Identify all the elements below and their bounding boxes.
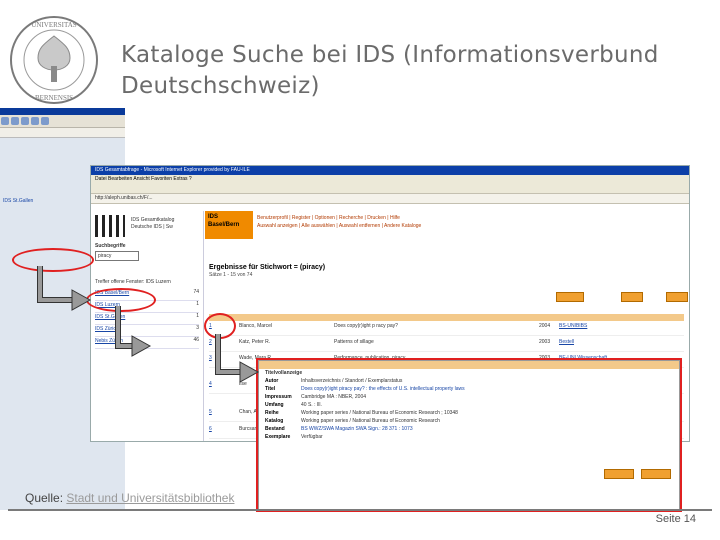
footer-divider [8, 509, 712, 511]
next-button[interactable] [666, 292, 688, 302]
go-button[interactable] [621, 292, 643, 302]
arrow-icon [115, 306, 152, 357]
search-input[interactable]: piracy [95, 251, 139, 261]
results-count: Sätze 1 - 15 von 74 [209, 272, 253, 278]
arrow-icon [37, 266, 92, 311]
university-seal-logo: UNIVERSITAS BERNENSIS [10, 16, 98, 104]
ids-logo-icon [95, 215, 125, 237]
select-button[interactable] [556, 292, 584, 302]
catalog-sub: Deutsche IDS | Sw [131, 224, 173, 230]
table-row[interactable]: 1 Blanco, Marcel Does copy(r)ight p racy p… [209, 323, 684, 336]
svg-text:BERNENSIS: BERNENSIS [35, 94, 73, 102]
detail-highlight-frame [256, 358, 682, 512]
table-row[interactable]: 2 Katz, Peter R. Patterns of sillage 2003 Be… [209, 339, 684, 352]
results-title: Ergebnisse für Stichwort = (piracy) [209, 264, 326, 271]
browser-menu-bar: Datei Bearbeiten Ansicht Favoriten Extra… [91, 175, 689, 183]
ids-basel-logo: IDS Basel/Bern [205, 211, 253, 239]
top-nav[interactable]: Benutzerprofil | Register | Optionen | R… [257, 214, 421, 222]
browser-toolbar [91, 183, 689, 194]
results-table-header [209, 314, 684, 321]
search-label: Suchbegriffe [95, 243, 126, 249]
arrow-icon [215, 334, 260, 383]
source-label: Quelle: [25, 491, 64, 505]
svg-text:UNIVERSITAS: UNIVERSITAS [31, 21, 76, 29]
page-number: Seite 14 [655, 513, 696, 525]
source-caption: Quelle: Stadt und Universitätsbibliothek [25, 491, 234, 505]
source-link[interactable]: Stadt und Universitätsbibliothek [66, 491, 234, 505]
browser-title-bar: IDS Gesamtabfrage - Microsoft Internet E… [91, 166, 689, 175]
catalog-label: IDS Gesamtkatalog [131, 217, 175, 223]
slide-title: Kataloge Suche bei IDS (Informationsverb… [121, 42, 659, 99]
browser-address-bar: http://aleph.unibas.ch/F/... [91, 194, 689, 204]
results-head: Treffer offene Fenster: IDS Luzern [95, 279, 171, 285]
ids-banner: IDS Basel/Bern Benutzerprofil | Register… [205, 211, 685, 239]
secondary-nav[interactable]: Auswahl anzeigen | Alle auswählen | Ausw… [257, 222, 421, 230]
